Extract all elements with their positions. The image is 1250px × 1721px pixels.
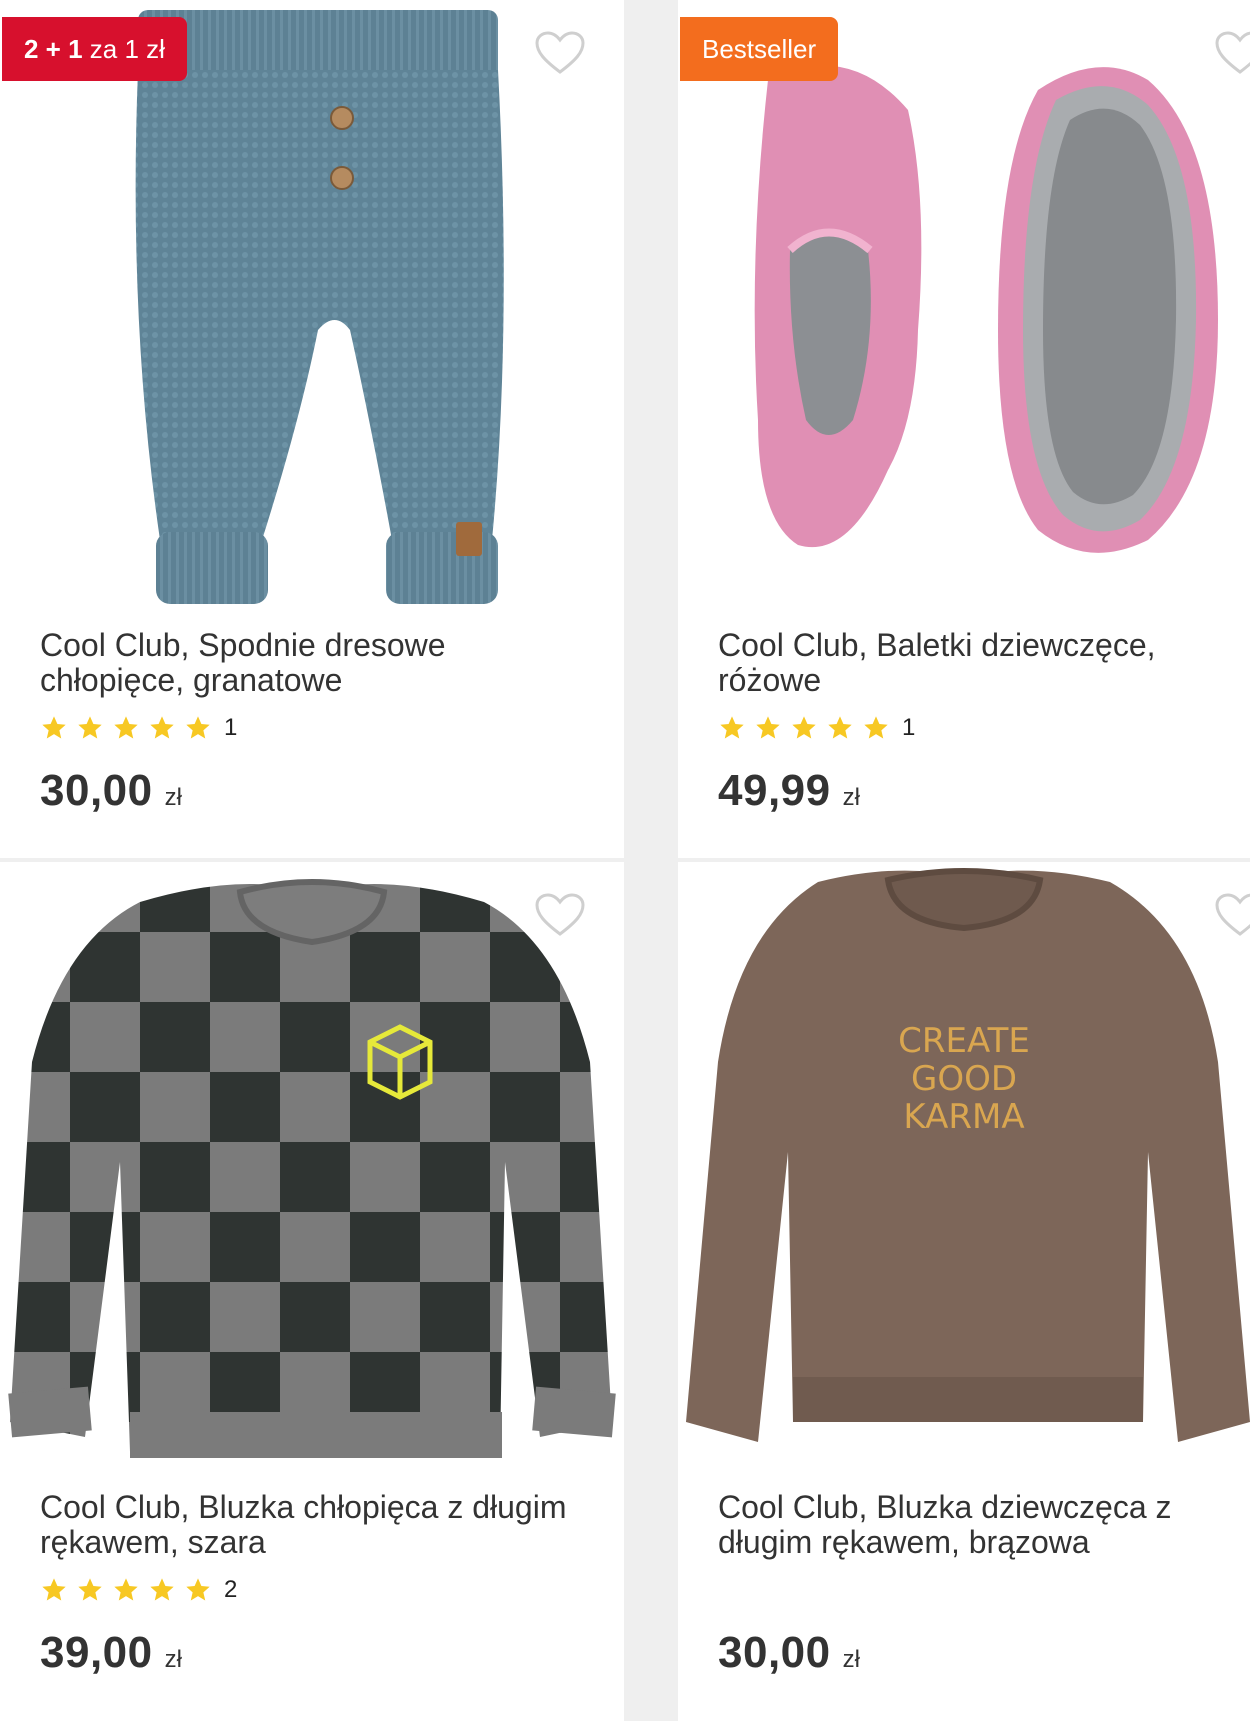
sweater-print-line: GOOD xyxy=(911,1059,1017,1099)
rating-stars xyxy=(40,714,212,742)
price-value: 49,99 xyxy=(718,766,831,815)
price-value: 30,00 xyxy=(718,1628,831,1677)
product-rating: 1 xyxy=(718,712,915,744)
favorite-heart-icon[interactable] xyxy=(1214,30,1250,76)
star-icon xyxy=(756,716,780,739)
product-image-checkered-sweater[interactable] xyxy=(0,862,624,1472)
star-icon xyxy=(828,716,852,739)
star-icon xyxy=(792,716,816,739)
favorite-heart-icon[interactable] xyxy=(534,30,586,76)
product-price: 39,00 zł xyxy=(40,1628,182,1678)
star-icon xyxy=(186,1578,210,1601)
star-icon xyxy=(42,1578,66,1601)
product-image-brown-sweater[interactable]: CREATE GOOD KARMA xyxy=(678,862,1250,1472)
price-currency: zł xyxy=(164,1646,182,1673)
product-title[interactable]: Cool Club, Bluzka chłopięca z długim ręk… xyxy=(40,1490,580,1560)
product-price: 49,99 zł xyxy=(718,766,860,816)
product-price: 30,00 zł xyxy=(718,1628,860,1678)
rating-count: 1 xyxy=(224,714,238,741)
star-icon xyxy=(150,716,174,739)
product-title[interactable]: Cool Club, Baletki dziewczęce, różowe xyxy=(718,628,1218,698)
sweater-print-line: CREATE xyxy=(898,1021,1030,1061)
star-icon xyxy=(720,716,744,739)
favorite-heart-icon[interactable] xyxy=(1214,892,1250,938)
price-value: 39,00 xyxy=(40,1628,153,1677)
product-card[interactable]: Cool Club, Bluzka chłopięca z długim ręk… xyxy=(0,862,624,1721)
product-image-ballet-slippers[interactable]: Bestseller xyxy=(678,0,1250,610)
star-icon xyxy=(186,716,210,739)
product-card[interactable]: 2 + 1 za 1 zł Cool Club, Spodnie dresowe… xyxy=(0,0,624,858)
rating-stars xyxy=(40,1576,212,1604)
rating-stars xyxy=(718,714,890,742)
star-icon xyxy=(114,716,138,739)
product-image-knit-pants[interactable]: 2 + 1 za 1 zł xyxy=(0,0,624,610)
star-icon xyxy=(114,1578,138,1601)
product-card[interactable]: CREATE GOOD KARMA Cool Club, Bluzka dzie… xyxy=(678,862,1250,1721)
rating-count: 2 xyxy=(224,1576,238,1603)
product-price: 30,00 zł xyxy=(40,766,182,816)
star-icon xyxy=(78,716,102,739)
product-title[interactable]: Cool Club, Bluzka dziewczęca z długim rę… xyxy=(718,1490,1218,1560)
bestseller-badge: Bestseller xyxy=(680,17,839,81)
promo-badge: 2 + 1 za 1 zł xyxy=(2,17,187,81)
price-value: 30,00 xyxy=(40,766,153,815)
star-icon xyxy=(150,1578,174,1601)
price-currency: zł xyxy=(164,784,182,811)
sweater-print-line: KARMA xyxy=(903,1097,1024,1137)
product-rating: 1 xyxy=(40,712,237,744)
star-icon xyxy=(78,1578,102,1601)
rating-count: 1 xyxy=(902,714,916,741)
star-icon xyxy=(42,716,66,739)
star-icon xyxy=(864,716,888,739)
product-card[interactable]: Bestseller Cool Club, Baletki dziewczęce… xyxy=(678,0,1250,858)
product-rating: 2 xyxy=(40,1574,237,1606)
product-title[interactable]: Cool Club, Spodnie dresowe chłopięce, gr… xyxy=(40,628,580,698)
favorite-heart-icon[interactable] xyxy=(534,892,586,938)
price-currency: zł xyxy=(842,784,860,811)
price-currency: zł xyxy=(842,1646,860,1673)
